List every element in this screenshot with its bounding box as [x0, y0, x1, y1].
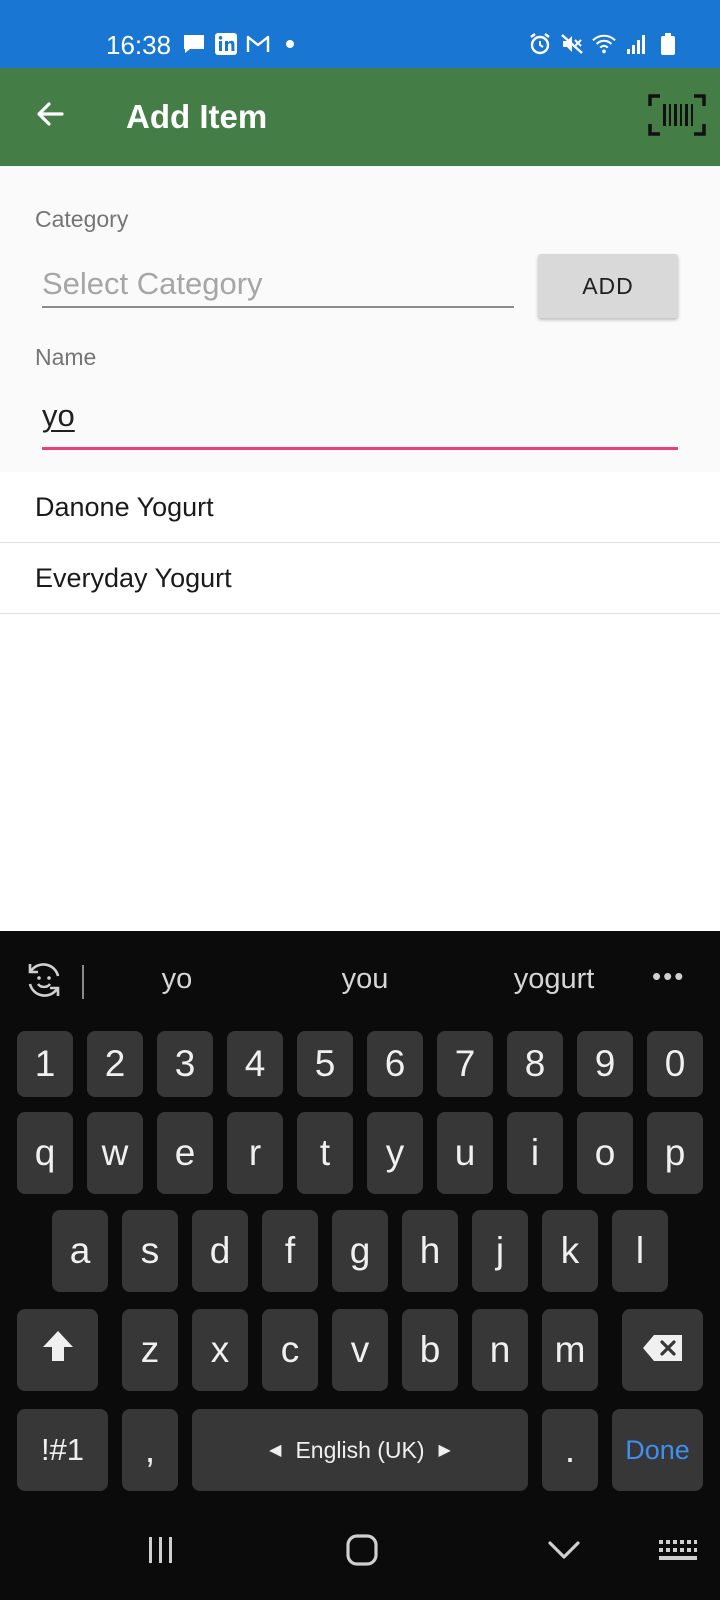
app-bar: Add Item — [0, 68, 720, 166]
done-key[interactable]: Done — [612, 1409, 703, 1491]
key-a[interactable]: a — [52, 1210, 108, 1292]
name-input-value: yo — [42, 398, 75, 433]
signal-icon — [624, 32, 648, 56]
key-x[interactable]: x — [192, 1309, 248, 1391]
key-g[interactable]: g — [332, 1210, 388, 1292]
key-s[interactable]: s — [122, 1210, 178, 1292]
key-4[interactable]: 4 — [227, 1031, 283, 1097]
backspace-icon — [642, 1329, 684, 1371]
name-label: Name — [35, 344, 97, 370]
key-t[interactable]: t — [297, 1112, 353, 1194]
status-system-icons — [528, 30, 680, 58]
recent-apps-button[interactable] — [101, 1505, 221, 1600]
backspace-key[interactable] — [622, 1309, 703, 1391]
category-label: Category — [35, 206, 129, 232]
emoji-toggle[interactable] — [22, 960, 66, 1004]
period-key[interactable]: . — [542, 1409, 598, 1491]
soft-keyboard: yo you yogurt ••• 1 2 3 4 5 6 7 8 9 0 q … — [0, 931, 720, 1600]
key-p[interactable]: p — [647, 1112, 703, 1194]
key-m[interactable]: m — [542, 1309, 598, 1391]
space-language: ◀ English (UK) ▶ — [269, 1437, 451, 1464]
key-c[interactable]: c — [262, 1309, 318, 1391]
key-8[interactable]: 8 — [507, 1031, 563, 1097]
shift-arrow-icon — [40, 1328, 76, 1373]
status-notification-icons — [182, 30, 302, 58]
linkedin-icon — [214, 32, 238, 56]
system-nav-bar — [0, 1505, 720, 1600]
home-icon — [345, 1533, 379, 1572]
key-0[interactable]: 0 — [647, 1031, 703, 1097]
suggestion-list: Danone Yogurt Everyday Yogurt — [0, 472, 720, 932]
key-h[interactable]: h — [402, 1210, 458, 1292]
key-2[interactable]: 2 — [87, 1031, 143, 1097]
prediction-divider — [82, 965, 84, 999]
key-o[interactable]: o — [577, 1112, 633, 1194]
comma-key[interactable]: , — [122, 1409, 178, 1491]
key-u[interactable]: u — [437, 1112, 493, 1194]
gmail-icon — [246, 32, 270, 56]
back-button[interactable] — [22, 88, 78, 144]
page-title: Add Item — [126, 98, 268, 135]
key-j[interactable]: j — [472, 1210, 528, 1292]
status-bar: 16:38 — [0, 0, 720, 68]
dot-icon — [278, 32, 302, 56]
category-placeholder: Select Category — [42, 266, 263, 301]
key-3[interactable]: 3 — [157, 1031, 213, 1097]
key-w[interactable]: w — [87, 1112, 143, 1194]
add-category-button[interactable]: ADD — [538, 254, 678, 318]
key-l[interactable]: l — [612, 1210, 668, 1292]
arrow-left-icon — [34, 98, 66, 135]
suggestion-item[interactable]: Everyday Yogurt — [0, 543, 720, 614]
key-b[interactable]: b — [402, 1309, 458, 1391]
keyboard-prediction-bar: yo you yogurt ••• — [0, 931, 720, 1031]
key-f[interactable]: f — [262, 1210, 318, 1292]
key-v[interactable]: v — [332, 1309, 388, 1391]
key-5[interactable]: 5 — [297, 1031, 353, 1097]
barcode-scan-icon — [648, 93, 706, 141]
prediction-word[interactable]: you — [285, 963, 445, 996]
alarm-icon — [528, 32, 552, 56]
shift-key[interactable] — [17, 1309, 98, 1391]
recent-apps-icon — [145, 1535, 177, 1570]
prediction-word[interactable]: yogurt — [474, 963, 634, 996]
wifi-icon — [592, 32, 616, 56]
symbols-key[interactable]: !#1 — [17, 1409, 108, 1491]
key-q[interactable]: q — [17, 1112, 73, 1194]
battery-icon — [656, 32, 680, 56]
key-9[interactable]: 9 — [577, 1031, 633, 1097]
key-y[interactable]: y — [367, 1112, 423, 1194]
keyboard-switch-button[interactable] — [618, 1505, 720, 1600]
category-select[interactable]: Select Category — [42, 262, 514, 308]
key-6[interactable]: 6 — [367, 1031, 423, 1097]
key-d[interactable]: d — [192, 1210, 248, 1292]
key-k[interactable]: k — [542, 1210, 598, 1292]
language-left-icon: ◀ — [269, 1442, 282, 1459]
more-predictions-button[interactable]: ••• — [652, 961, 685, 992]
prediction-word[interactable]: yo — [97, 963, 257, 996]
mute-icon — [560, 32, 584, 56]
key-e[interactable]: e — [157, 1112, 213, 1194]
key-n[interactable]: n — [472, 1309, 528, 1391]
suggestion-item[interactable]: Danone Yogurt — [0, 472, 720, 543]
key-r[interactable]: r — [227, 1112, 283, 1194]
status-time: 16:38 — [106, 30, 172, 60]
name-input[interactable]: yo — [42, 392, 678, 450]
add-item-form: Category Select Category ADD Name yo — [0, 166, 720, 472]
language-right-icon: ▶ — [438, 1442, 451, 1459]
key-z[interactable]: z — [122, 1309, 178, 1391]
key-1[interactable]: 1 — [17, 1031, 73, 1097]
scan-barcode-button[interactable] — [646, 93, 708, 141]
key-7[interactable]: 7 — [437, 1031, 493, 1097]
home-button[interactable] — [302, 1505, 422, 1600]
message-icon — [182, 32, 206, 56]
emoji-refresh-icon — [24, 960, 64, 1005]
space-label: English (UK) — [295, 1436, 425, 1463]
keyboard-icon — [658, 1538, 698, 1567]
key-i[interactable]: i — [507, 1112, 563, 1194]
hide-keyboard-button[interactable] — [504, 1505, 624, 1600]
back-chevron-icon — [547, 1539, 581, 1566]
space-key[interactable]: ◀ English (UK) ▶ — [192, 1409, 528, 1491]
